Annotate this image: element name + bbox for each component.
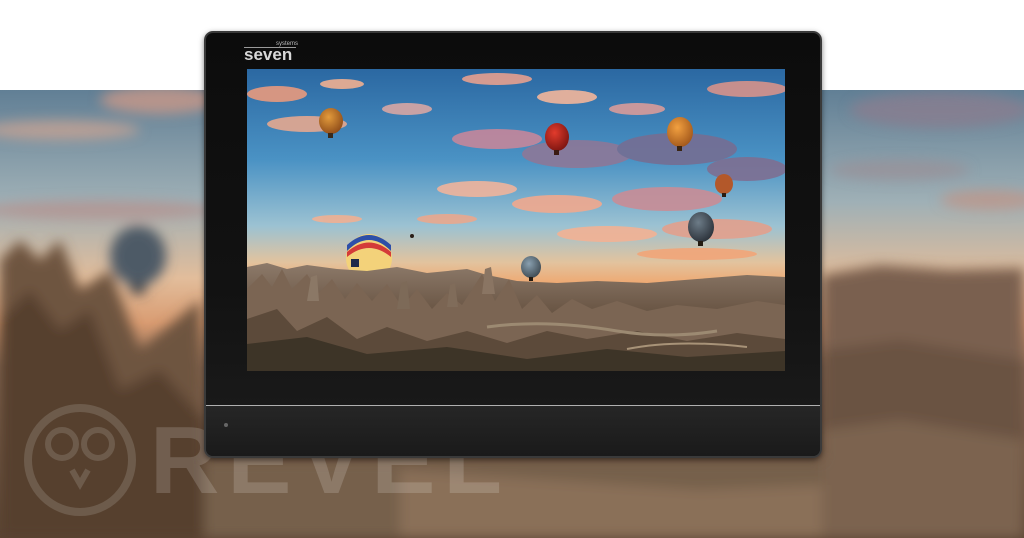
microphone-icon <box>224 423 228 427</box>
balloon-landscape-image <box>247 69 785 371</box>
display-screen <box>247 69 785 371</box>
video-intercom-monitor: systems seven <box>204 31 822 458</box>
brand-logo: seven <box>244 45 293 64</box>
owl-logo-icon <box>24 404 136 516</box>
bottom-bezel <box>206 406 820 456</box>
